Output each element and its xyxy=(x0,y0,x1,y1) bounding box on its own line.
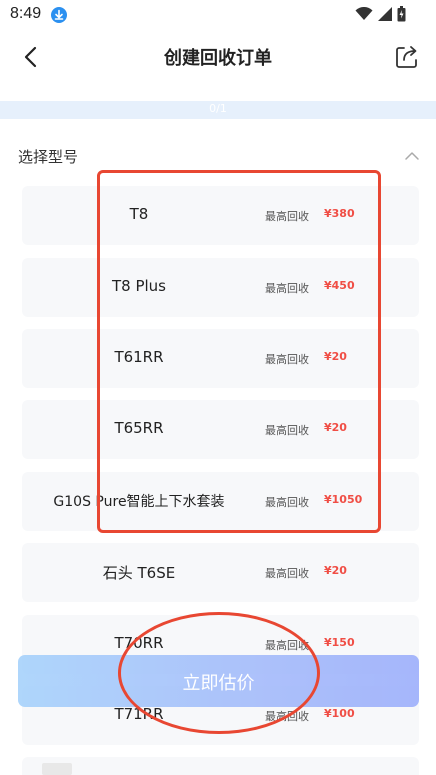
model-name: T65RR xyxy=(114,419,164,437)
page-title: 创建回收订单 xyxy=(164,48,272,69)
model-thumbnail xyxy=(42,763,72,775)
model-card[interactable]: T8 Plus 最高回收 ¥450 xyxy=(22,258,419,317)
model-name: 石头 T6SE xyxy=(102,564,176,582)
model-price: ¥100 xyxy=(324,707,355,720)
share-icon[interactable] xyxy=(392,42,422,72)
max-recycle-label: 最高回收 xyxy=(265,282,309,295)
max-recycle-label: 最高回收 xyxy=(265,210,309,223)
model-price: ¥20 xyxy=(324,421,347,434)
model-price: ¥20 xyxy=(324,350,347,363)
model-card[interactable]: T8 最高回收 ¥380 xyxy=(22,186,419,245)
model-price: ¥1050 xyxy=(324,493,363,506)
signal-icon xyxy=(378,7,392,21)
app-bar: 创建回收订单 xyxy=(0,30,436,84)
model-name: T61RR xyxy=(114,348,164,366)
progress-bar: 0/1 xyxy=(0,101,436,119)
max-recycle-label: 最高回收 xyxy=(265,710,309,723)
estimate-button-label: 立即估价 xyxy=(182,673,255,694)
model-name: T71RR xyxy=(114,705,164,723)
progress-text: 0/1 xyxy=(209,102,227,115)
model-price: ¥20 xyxy=(324,564,347,577)
status-time: 8:49 xyxy=(10,5,42,22)
model-price: ¥380 xyxy=(324,207,355,220)
battery-icon xyxy=(397,6,406,22)
status-bar: 8:49 xyxy=(0,0,436,30)
model-card[interactable]: G10S Pure智能上下水套装 最高回收 ¥1050 xyxy=(22,472,419,531)
model-name: T8 xyxy=(129,205,149,223)
max-recycle-label: 最高回收 xyxy=(265,567,309,580)
model-card[interactable]: 石头 T6SE 最高回收 ¥20 xyxy=(22,543,419,602)
chevron-up-icon[interactable] xyxy=(404,148,420,164)
section-title: 选择型号 xyxy=(18,148,79,166)
wifi-icon xyxy=(355,7,373,20)
model-card[interactable] xyxy=(22,757,419,775)
model-name: T8 Plus xyxy=(111,277,166,295)
max-recycle-label: 最高回收 xyxy=(265,639,309,652)
model-name: G10S Pure智能上下水套装 xyxy=(53,494,225,510)
download-icon xyxy=(51,7,67,23)
max-recycle-label: 最高回收 xyxy=(265,496,309,509)
model-price: ¥150 xyxy=(324,636,355,649)
max-recycle-label: 最高回收 xyxy=(265,424,309,437)
model-card[interactable]: T61RR 最高回收 ¥20 xyxy=(22,329,419,388)
model-name: T70RR xyxy=(114,634,164,652)
max-recycle-label: 最高回收 xyxy=(265,353,309,366)
model-price: ¥450 xyxy=(324,279,355,292)
estimate-button[interactable]: 立即估价 xyxy=(18,655,419,707)
model-card[interactable]: T65RR 最高回收 ¥20 xyxy=(22,400,419,459)
